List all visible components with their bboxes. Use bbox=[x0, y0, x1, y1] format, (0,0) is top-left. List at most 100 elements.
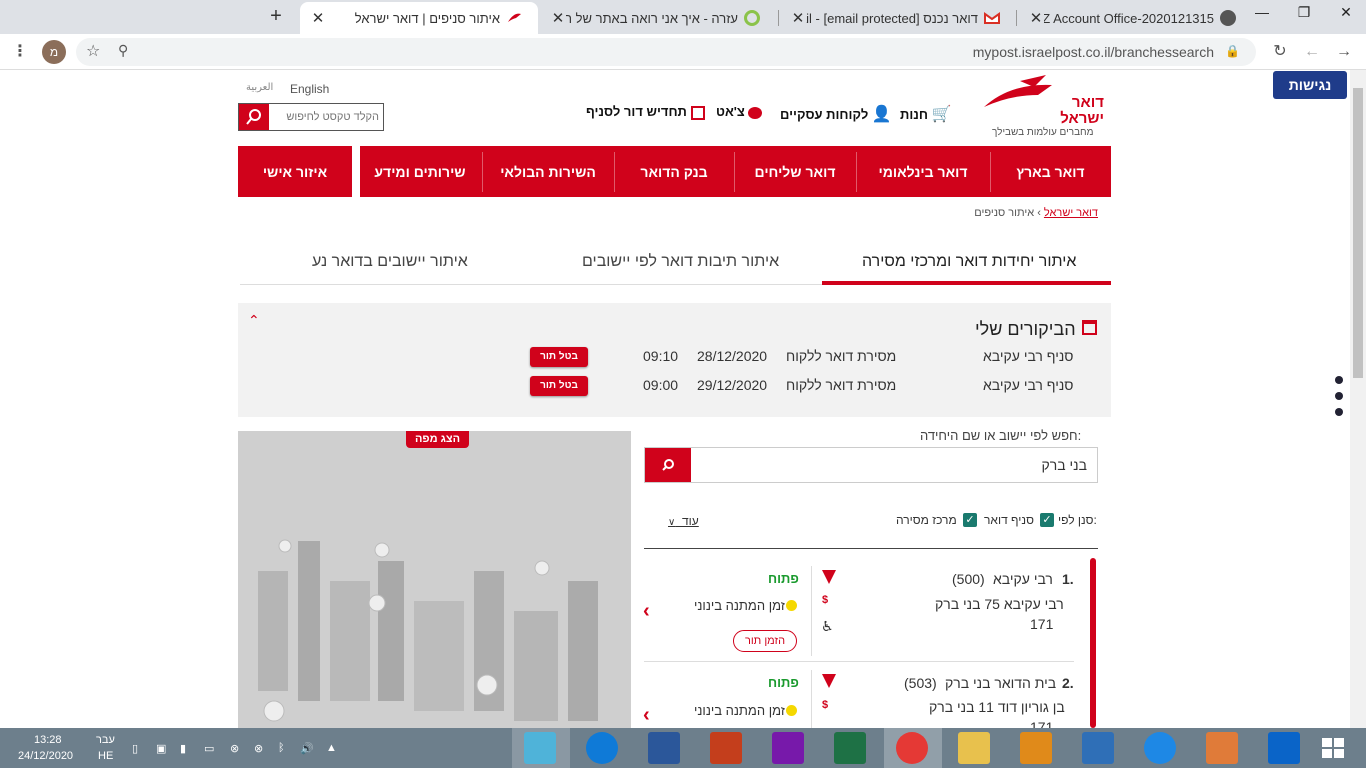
close-icon[interactable]: ✕ bbox=[310, 9, 326, 27]
person-icon: 👤 bbox=[871, 106, 892, 123]
nav-international[interactable]: דואר בינלאומי bbox=[856, 146, 990, 197]
accessibility-button[interactable]: נגישות bbox=[1273, 71, 1347, 99]
address-bar[interactable]: mypost.israelpost.co.il/branchessearch 🔒… bbox=[76, 38, 1256, 66]
side-menu-dots[interactable] bbox=[1335, 376, 1345, 424]
network-icon[interactable]: ⊗ bbox=[230, 742, 239, 755]
media-player-icon[interactable] bbox=[1020, 732, 1052, 764]
app-icon[interactable] bbox=[1206, 732, 1238, 764]
site-search-button[interactable] bbox=[239, 104, 269, 130]
forward-icon[interactable]: ← bbox=[1300, 40, 1324, 64]
calendar-icon bbox=[1082, 320, 1097, 335]
tab-mobile-post[interactable]: איתור יישובים בדואר נע bbox=[312, 253, 468, 271]
book-appointment-button[interactable]: הזמן תור bbox=[733, 630, 797, 652]
nav-services[interactable]: שירותים ומידע bbox=[358, 146, 482, 197]
scrollbar[interactable] bbox=[1350, 70, 1366, 728]
lang-english-link[interactable]: English bbox=[290, 82, 329, 96]
app-tray-icon[interactable]: ▣ bbox=[156, 742, 166, 755]
close-icon[interactable]: ✕ bbox=[790, 9, 806, 27]
app-icon[interactable] bbox=[1082, 732, 1114, 764]
breadcrumb: דואר ישראל › איתור סניפים bbox=[974, 207, 1098, 219]
network-icon[interactable]: ⊗ bbox=[254, 742, 263, 755]
results-scroll-indicator bbox=[1090, 558, 1096, 728]
filter-center-checkbox[interactable]: ✓ bbox=[963, 513, 977, 527]
close-icon[interactable]: ✕ bbox=[550, 9, 566, 27]
map-area[interactable] bbox=[238, 431, 631, 728]
ie-icon[interactable] bbox=[1144, 732, 1176, 764]
reload-icon[interactable]: ↻ bbox=[1268, 40, 1292, 64]
app-tray-icon[interactable]: ▯ bbox=[132, 742, 138, 755]
menu-icon[interactable]: ⋮ bbox=[8, 40, 32, 64]
chat-link[interactable]: צ'אט bbox=[716, 104, 763, 119]
nav-domestic[interactable]: דואר בארץ bbox=[990, 146, 1111, 197]
outlook-icon[interactable] bbox=[1268, 732, 1300, 764]
tab-gmail[interactable]: ✕ דואר נכנס Gmail - [email protected] bbox=[780, 2, 1016, 34]
chevron-up-icon[interactable]: ⌃ bbox=[248, 312, 260, 329]
close-window-icon[interactable]: ✕ bbox=[1326, 0, 1366, 24]
chrome-icon[interactable] bbox=[896, 732, 928, 764]
tab-bdz[interactable]: ✕ BDZ Account Office-2020121315 bbox=[1018, 2, 1252, 34]
word-icon[interactable] bbox=[648, 732, 680, 764]
gmail-icon bbox=[984, 10, 1000, 26]
appointment-link[interactable]: תחדיש דור לסניף bbox=[586, 104, 705, 120]
status-badge: פתוח bbox=[768, 571, 799, 586]
tab-branch-search[interactable]: ✕ איתור סניפים | דואר ישראל bbox=[300, 2, 538, 34]
chevron-up-icon[interactable]: ▲ bbox=[326, 742, 337, 754]
status-badge: פתוח bbox=[768, 675, 799, 690]
signal-icon[interactable]: ▮ bbox=[180, 742, 186, 755]
israel-post-icon bbox=[506, 10, 522, 26]
cancel-appointment-button[interactable]: בטל תור bbox=[530, 376, 588, 396]
search-icon[interactable]: ⚲ bbox=[118, 42, 128, 59]
israel-post-logo[interactable]: דואר ישראל מחברים עולמות בשבילך bbox=[980, 75, 1108, 141]
search-icon bbox=[246, 109, 261, 125]
clock-date[interactable]: 24/12/2020 bbox=[18, 750, 73, 762]
branch-search-input[interactable] bbox=[699, 454, 1087, 476]
business-link[interactable]: לקוחות עסקיים 👤 bbox=[780, 104, 892, 124]
site-search-input[interactable] bbox=[273, 107, 379, 127]
nav-couriers[interactable]: דואר שליחים bbox=[734, 146, 856, 197]
onenote-icon[interactable] bbox=[772, 732, 804, 764]
avatar[interactable]: מ bbox=[42, 40, 66, 64]
chevron-left-icon[interactable]: ‹ bbox=[643, 600, 650, 623]
volume-icon[interactable]: 🔊 bbox=[300, 742, 314, 755]
restore-window-icon[interactable]: ❐ bbox=[1284, 0, 1324, 24]
cancel-appointment-button[interactable]: בטל תור bbox=[530, 347, 588, 367]
monitor-icon[interactable]: ▭ bbox=[204, 742, 214, 755]
branch-search bbox=[644, 447, 1098, 483]
bank-services-icon: $ bbox=[822, 699, 829, 711]
clock-time[interactable]: 13:28 bbox=[34, 734, 62, 746]
search-label: חפש לפי יישוב או שם היחידה: bbox=[920, 428, 1082, 443]
app-icon[interactable] bbox=[524, 732, 556, 764]
chevron-left-icon[interactable]: ‹ bbox=[643, 704, 650, 727]
shop-link[interactable]: חנות 🛒 bbox=[900, 104, 952, 124]
powerpoint-icon[interactable] bbox=[710, 732, 742, 764]
back-icon[interactable]: → bbox=[1332, 40, 1356, 64]
site-search bbox=[238, 103, 384, 131]
bank-services-icon: $ bbox=[822, 594, 829, 606]
edge-icon[interactable] bbox=[586, 732, 618, 764]
tab-postal-units[interactable]: איתור יחידות דואר ומרכזי מסירה bbox=[862, 253, 1076, 271]
nav-philately[interactable]: השירות הבולאי bbox=[482, 146, 614, 197]
nav-postbank[interactable]: בנק הדואר bbox=[614, 146, 734, 197]
search-icon bbox=[662, 459, 674, 471]
star-icon[interactable]: ☆ bbox=[86, 41, 100, 61]
start-icon[interactable] bbox=[1316, 732, 1350, 764]
new-tab-icon[interactable]: + bbox=[264, 4, 288, 28]
lock-icon[interactable]: 🔒 bbox=[1225, 44, 1240, 58]
browser-tab-strip: ✕ ❐ — ✕ BDZ Account Office-2020121315 ✕ … bbox=[0, 0, 1366, 34]
more-filters-link[interactable]: ∨ עוד bbox=[668, 514, 699, 528]
calendar-icon bbox=[690, 105, 705, 120]
breadcrumb-home[interactable]: דואר ישראל bbox=[1044, 207, 1098, 219]
show-map-button[interactable]: הצג מפה bbox=[406, 431, 469, 448]
lang-arabic-link[interactable]: العربية bbox=[246, 82, 273, 93]
result-name[interactable]: בית הדואר בני ברק bbox=[945, 675, 1056, 691]
result-name[interactable]: רבי עקיבא bbox=[993, 571, 1053, 587]
excel-icon[interactable] bbox=[834, 732, 866, 764]
filter-branch-checkbox[interactable]: ✓ bbox=[1040, 513, 1054, 527]
branch-search-button[interactable] bbox=[645, 448, 691, 482]
close-icon[interactable]: ✕ bbox=[1028, 9, 1044, 27]
file-explorer-icon[interactable] bbox=[958, 732, 990, 764]
tab-po-boxes[interactable]: איתור תיבות דואר לפי יישובים bbox=[582, 253, 779, 271]
nav-personal-area[interactable]: איזור אישי bbox=[238, 146, 352, 197]
bluetooth-icon[interactable]: ᛒ bbox=[278, 742, 285, 754]
tab-help[interactable]: ✕ עזרה - איך אני רואה באתר של הד bbox=[540, 2, 776, 34]
